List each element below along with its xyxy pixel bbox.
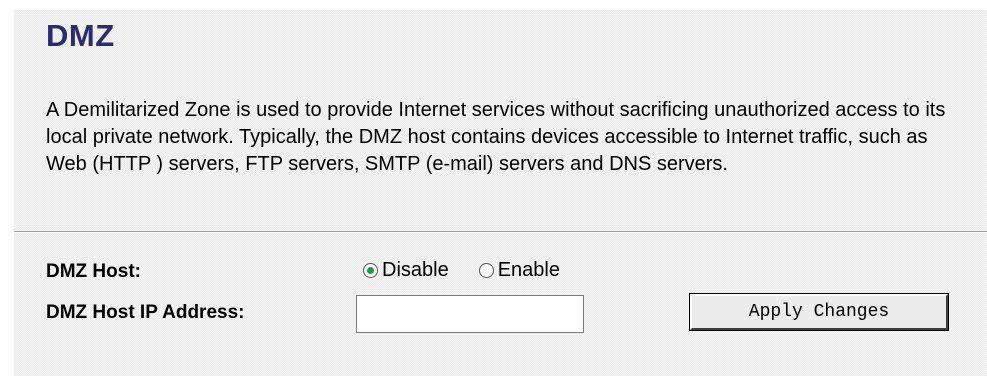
page-title: DMZ (46, 18, 115, 53)
dmz-host-radio-group: Disable Enable (363, 259, 560, 282)
dmz-enable-label: Enable (497, 259, 560, 281)
radio-selected-icon[interactable] (363, 263, 378, 278)
dmz-ip-input[interactable] (356, 295, 584, 333)
dmz-enable-radio[interactable]: Enable (478, 259, 560, 282)
dmz-ip-label: DMZ Host IP Address: (46, 302, 245, 323)
dmz-disable-radio[interactable]: Disable (363, 259, 449, 282)
top-margin (0, 0, 987, 10)
section-divider (14, 231, 987, 233)
page-description: A Demilitarized Zone is used to provide … (46, 99, 946, 175)
dmz-host-label: DMZ Host: (46, 261, 141, 282)
radio-unselected-icon[interactable] (478, 263, 494, 278)
left-margin (0, 0, 14, 376)
apply-changes-button[interactable]: Apply Changes (689, 293, 949, 331)
dmz-disable-label: Disable (382, 259, 449, 281)
